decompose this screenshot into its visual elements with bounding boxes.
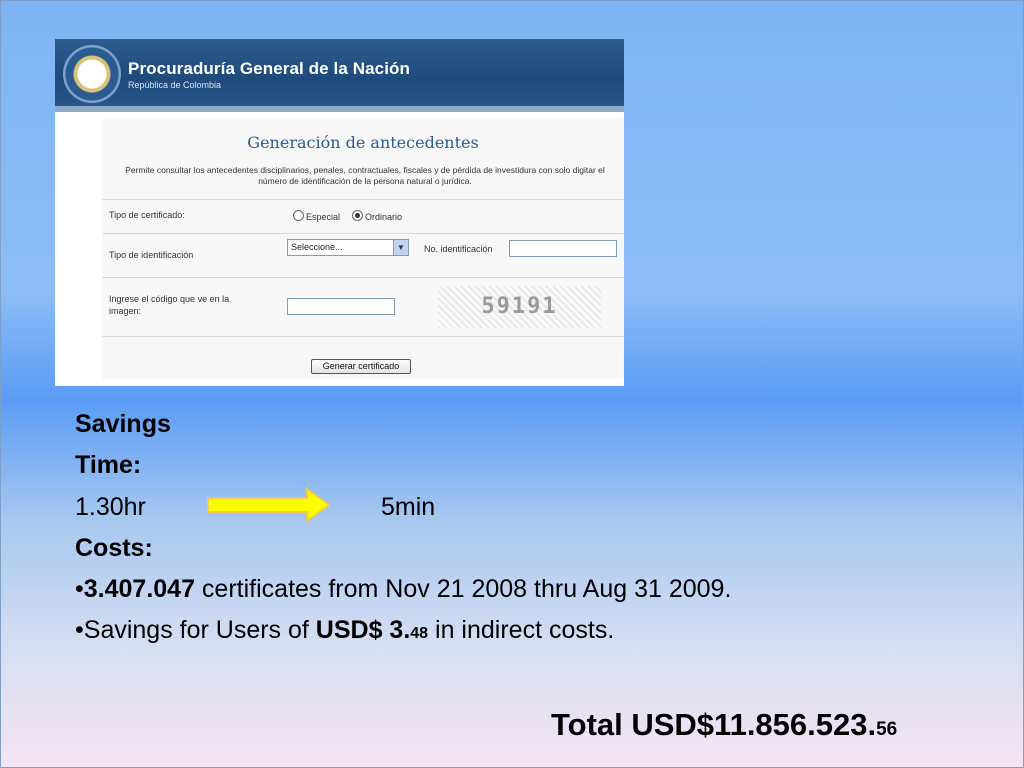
time-before: 1.30hr bbox=[75, 493, 146, 521]
certificate-period: certificates from Nov 21 2008 thru Aug 3… bbox=[194, 575, 732, 603]
savings-intro: Savings for Users of bbox=[83, 616, 316, 644]
divider bbox=[102, 336, 624, 337]
radio-ordinario-label: Ordinario bbox=[365, 212, 403, 222]
chevron-down-icon: ▼ bbox=[393, 240, 408, 255]
savings-amount: USD$ 3. bbox=[315, 616, 411, 644]
right-arrow-icon bbox=[207, 488, 331, 522]
cert-type-label: Tipo de certificado: bbox=[109, 210, 185, 220]
savings-outro: in indirect costs. bbox=[428, 616, 615, 644]
certificate-form: Generación de antecedentes Permite consu… bbox=[102, 119, 624, 379]
costs-heading: Costs: bbox=[75, 534, 153, 562]
divider bbox=[102, 233, 624, 234]
captcha-input[interactable] bbox=[287, 298, 395, 315]
form-description: Permite consultar los antecedentes disci… bbox=[125, 165, 605, 186]
time-after: 5min bbox=[381, 493, 436, 521]
org-name: Procuraduría General de la Nación bbox=[128, 59, 411, 78]
bullet-mark: • bbox=[75, 575, 84, 603]
id-type-label: Tipo de identificación bbox=[109, 250, 194, 260]
radio-especial[interactable] bbox=[293, 210, 304, 221]
site-header: Procuraduría General de la Nación Repúbl… bbox=[55, 39, 624, 112]
certificate-count: 3.407.047 bbox=[83, 575, 195, 603]
divider bbox=[102, 199, 624, 200]
form-title: Generación de antecedentes bbox=[247, 133, 479, 152]
id-number-label: No. identificación bbox=[424, 244, 493, 254]
header-bar bbox=[55, 106, 624, 112]
org-subtitle: República de Colombia bbox=[128, 80, 222, 90]
id-type-select[interactable]: Seleccione... ▼ bbox=[287, 239, 409, 256]
total-cents: 56 bbox=[876, 719, 898, 740]
total-savings: Total USD$11.856.523.56 bbox=[551, 707, 897, 743]
divider bbox=[102, 277, 624, 278]
radio-ordinario[interactable] bbox=[352, 210, 363, 221]
bullet-certificates: •3.407.047 certificates from Nov 21 2008… bbox=[75, 569, 731, 610]
embedded-screenshot: Procuraduría General de la Nación Repúbl… bbox=[55, 39, 624, 386]
coat-of-arms-icon bbox=[63, 45, 121, 103]
total-main: Total USD$11.856.523. bbox=[551, 707, 877, 742]
time-heading: Time: bbox=[75, 451, 142, 479]
captcha-label: Ingrese el código que ve en la imagen: bbox=[109, 294, 230, 316]
id-type-select-value: Seleccione... bbox=[291, 242, 343, 252]
savings-cents: 48 bbox=[410, 625, 429, 642]
captcha-image: 59191 bbox=[438, 286, 601, 328]
radio-especial-label: Especial bbox=[306, 212, 341, 222]
bullet-mark: • bbox=[75, 616, 84, 644]
bullet-user-savings: •Savings for Users of USD$ 3.48 in indir… bbox=[75, 610, 614, 654]
generate-certificate-button[interactable]: Generar certificado bbox=[311, 359, 411, 374]
savings-heading: Savings bbox=[75, 410, 171, 438]
id-number-input[interactable] bbox=[509, 240, 617, 257]
